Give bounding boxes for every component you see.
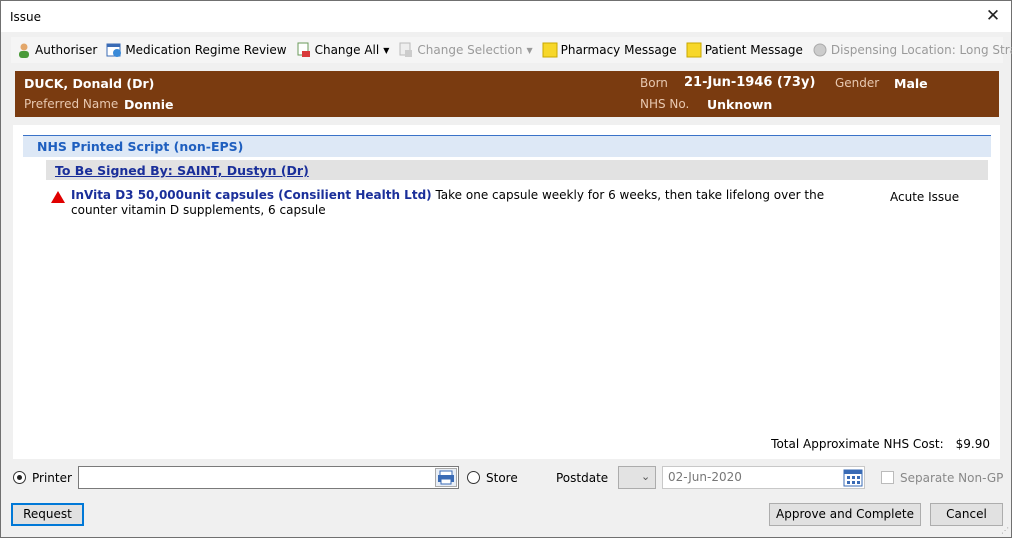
window-title: Issue — [10, 10, 42, 24]
person-icon — [16, 42, 32, 58]
cancel-button[interactable]: Cancel — [930, 503, 1003, 526]
chevron-down-icon: ▼ — [383, 45, 390, 55]
issue-dialog: Issue ✕ Authoriser Medication Regime Rev… — [0, 0, 1012, 538]
store-label: Store — [486, 471, 518, 485]
toolbar: Authoriser Medication Regime Review Chan… — [11, 37, 1012, 63]
change-selection-dropdown[interactable]: Change Selection ▼ — [398, 42, 533, 58]
patient-message-label: Patient Message — [704, 43, 803, 57]
warning-triangle-icon — [51, 191, 65, 203]
patient-name: DUCK, Donald (Dr) — [24, 76, 155, 91]
born-label: Born — [640, 76, 668, 90]
store-radio[interactable] — [467, 471, 480, 484]
sticky-note-icon — [686, 42, 702, 58]
issue-type: Acute Issue — [890, 190, 960, 204]
total-cost-amount: $9.90 — [955, 437, 990, 451]
chevron-down-icon: ▼ — [526, 45, 533, 55]
printer-icon[interactable] — [435, 468, 457, 487]
printer-field[interactable] — [78, 466, 459, 489]
drug-name: InVita D3 50,000unit capsules (Consilien… — [71, 188, 432, 202]
printer-label: Printer — [32, 471, 72, 485]
medication-regime-review-label: Medication Regime Review — [125, 43, 287, 57]
change-icon — [296, 42, 312, 58]
pharmacy-message-button[interactable]: Pharmacy Message — [542, 42, 677, 58]
calendar-icon[interactable] — [843, 468, 863, 487]
preferred-name-label: Preferred Name — [24, 97, 119, 111]
dispensing-location-dropdown[interactable]: Dispensing Location: Long Stratton ▼ — [812, 42, 1012, 58]
pharmacy-message-label: Pharmacy Message — [560, 43, 677, 57]
approve-and-complete-button[interactable]: Approve and Complete — [769, 503, 921, 526]
total-cost: Total Approximate NHS Cost: $9.90 — [771, 437, 990, 451]
change-selection-icon — [398, 42, 414, 58]
location-icon — [812, 42, 828, 58]
postdate-label: Postdate — [556, 471, 609, 485]
postdate-field[interactable]: 02-Jun-2020 — [662, 466, 865, 489]
script-type-header: NHS Printed Script (non-EPS) — [23, 135, 991, 157]
dispensing-location-label: Dispensing Location: Long Stratton — [830, 43, 1012, 57]
authoriser-label: Authoriser — [35, 43, 98, 57]
change-selection-label: Change Selection — [417, 43, 523, 57]
preferred-name: Donnie — [124, 97, 174, 112]
drug-description: InVita D3 50,000unit capsules (Consilien… — [71, 188, 871, 218]
born-date: 21-Jun-1946 (73y) — [684, 75, 816, 90]
authoriser-button[interactable]: Authoriser — [16, 42, 97, 58]
nhs-number-label: NHS No. — [640, 97, 690, 111]
signed-by-row: To Be Signed By: SAINT, Dustyn (Dr) — [46, 160, 988, 180]
script-panel: NHS Printed Script (non-EPS) To Be Signe… — [13, 125, 1000, 459]
patient-message-button[interactable]: Patient Message — [686, 42, 803, 58]
calendar-review-icon — [106, 42, 122, 58]
sticky-note-icon — [542, 42, 558, 58]
title-bar: Issue ✕ — [1, 1, 1011, 32]
printer-radio[interactable] — [13, 471, 26, 484]
gender-label: Gender — [835, 76, 880, 90]
signed-by-link[interactable]: To Be Signed By: SAINT, Dustyn (Dr) — [55, 163, 309, 178]
gender-value: Male — [894, 76, 928, 91]
resize-grip-icon[interactable]: ⋰ — [1001, 526, 1009, 535]
change-all-dropdown[interactable]: Change All ▼ — [296, 42, 390, 58]
close-icon[interactable]: ✕ — [981, 4, 1005, 28]
postdate-toggle-dropdown[interactable]: ⌄ — [618, 466, 656, 489]
change-all-label: Change All — [314, 43, 380, 57]
total-cost-label: Total Approximate NHS Cost: — [771, 437, 944, 451]
chevron-down-icon: ⌄ — [641, 470, 651, 483]
patient-banner: DUCK, Donald (Dr) Preferred Name Donnie … — [15, 71, 999, 117]
nhs-number-value: Unknown — [707, 97, 773, 112]
separate-non-gp-checkbox[interactable] — [881, 471, 894, 484]
request-button[interactable]: Request — [11, 503, 84, 526]
separate-non-gp-label: Separate Non-GP — [900, 471, 1004, 485]
medication-regime-review-button[interactable]: Medication Regime Review — [106, 42, 287, 58]
